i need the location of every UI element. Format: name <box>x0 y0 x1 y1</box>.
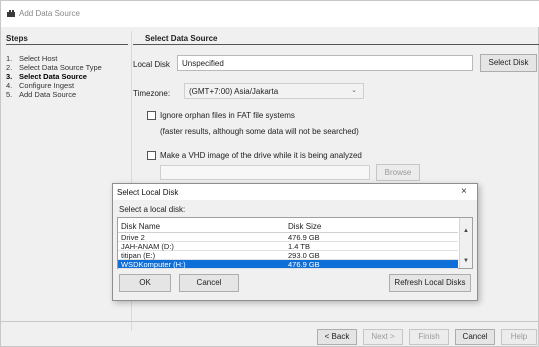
step-item-current: 3. Select Data Source <box>6 72 102 81</box>
steps-heading: Steps <box>6 34 28 43</box>
app-icon <box>7 10 15 17</box>
select-local-disk-dialog: Select Local Disk × Select a local disk:… <box>112 183 478 301</box>
step-item: 2. Select Data Source Type <box>6 63 102 72</box>
column-header-disk-size[interactable]: Disk Size <box>288 222 321 231</box>
step-number: 4. <box>6 81 13 90</box>
chevron-down-icon: ⌄ <box>351 87 357 94</box>
footer-divider <box>1 321 539 322</box>
table-row[interactable]: Drive 2 476.9 GB <box>118 233 458 242</box>
steps-list: 1. Select Host 2. Select Data Source Type … <box>6 54 102 99</box>
scroll-down-icon[interactable]: ▼ <box>463 258 469 264</box>
help-button[interactable]: Help <box>501 329 537 345</box>
step-number: 1. <box>6 54 13 63</box>
panel-divider <box>133 44 539 45</box>
step-label: Configure Ingest <box>19 81 75 90</box>
vhd-label: Make a VHD image of the drive while it i… <box>160 151 362 160</box>
ok-button[interactable]: OK <box>119 274 171 292</box>
vhd-checkbox[interactable] <box>147 151 156 160</box>
window-title: Add Data Source <box>19 9 80 18</box>
table-scrollbar[interactable]: ▲ ▼ <box>459 218 472 268</box>
table-row-selected[interactable]: WSDKomputer (H:) 476.9 GB <box>118 260 458 269</box>
disk-size-cell: 293.0 GB <box>288 251 320 260</box>
step-number: 2. <box>6 63 13 72</box>
dialog-cancel-button[interactable]: Cancel <box>179 274 239 292</box>
disk-name-cell: titipan (E:) <box>121 251 156 260</box>
step-label: Add Data Source <box>19 90 77 99</box>
step-item: 5. Add Data Source <box>6 90 102 99</box>
timezone-value: (GMT+7:00) Asia/Jakarta <box>189 87 279 96</box>
step-number: 3. <box>6 72 13 81</box>
disk-size-cell: 476.9 GB <box>288 233 320 242</box>
scroll-up-icon[interactable]: ▲ <box>463 228 469 234</box>
step-label: Select Data Source <box>19 72 87 81</box>
ignore-orphan-note: (faster results, although some data will… <box>160 127 359 136</box>
next-button[interactable]: Next > <box>363 329 403 345</box>
disk-size-cell: 1.4 TB <box>288 242 310 251</box>
disk-name-cell: WSDKomputer (H:) <box>121 260 186 269</box>
steps-divider <box>6 44 128 45</box>
dialog-subtitle: Select a local disk: <box>119 205 186 214</box>
ignore-orphan-label: Ignore orphan files in FAT file systems <box>160 111 295 120</box>
table-row[interactable]: JAH-ANAM (D:) 1.4 TB <box>118 242 458 251</box>
disk-table: Disk Name Disk Size Drive 2 476.9 GB JAH… <box>117 217 473 269</box>
finish-button[interactable]: Finish <box>409 329 449 345</box>
table-row[interactable]: titipan (E:) 293.0 GB <box>118 251 458 260</box>
refresh-local-disks-button[interactable]: Refresh Local Disks <box>389 274 471 292</box>
step-item: 4. Configure Ingest <box>6 81 102 90</box>
wizard-cancel-button[interactable]: Cancel <box>455 329 495 345</box>
title-bar: Add Data Source <box>1 1 539 27</box>
timezone-label: Timezone: <box>133 89 171 98</box>
disk-name-cell: JAH-ANAM (D:) <box>121 242 174 251</box>
disk-size-cell: 476.9 GB <box>288 260 320 269</box>
vhd-path-field[interactable] <box>160 165 370 180</box>
table-header: Disk Name Disk Size <box>118 218 458 233</box>
column-header-disk-name[interactable]: Disk Name <box>121 222 160 231</box>
select-disk-button[interactable]: Select Disk <box>480 54 537 72</box>
disk-name-cell: Drive 2 <box>121 233 145 242</box>
close-icon[interactable]: × <box>461 186 467 197</box>
step-label: Select Data Source Type <box>19 63 102 72</box>
local-disk-label: Local Disk <box>133 60 170 69</box>
step-number: 5. <box>6 90 13 99</box>
dialog-title-bar: Select Local Disk × <box>113 184 477 200</box>
step-item: 1. Select Host <box>6 54 102 63</box>
dialog-title: Select Local Disk <box>117 188 179 197</box>
back-button[interactable]: < Back <box>317 329 357 345</box>
local-disk-field[interactable]: Unspecified <box>177 55 473 71</box>
panel-heading: Select Data Source <box>145 34 218 43</box>
step-label: Select Host <box>19 54 58 63</box>
ignore-orphan-checkbox[interactable] <box>147 111 156 120</box>
timezone-select[interactable]: (GMT+7:00) Asia/Jakarta ⌄ <box>184 83 364 99</box>
browse-button[interactable]: Browse <box>376 164 420 181</box>
